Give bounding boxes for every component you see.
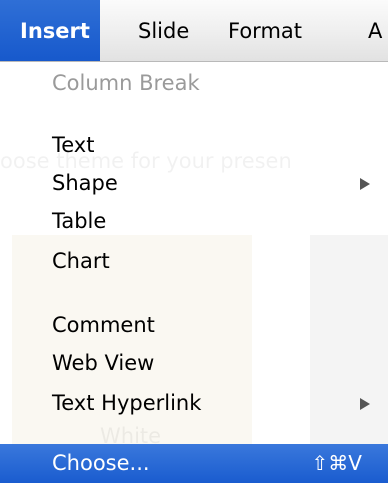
menu-item-web-view[interactable]: Web View bbox=[0, 344, 388, 382]
insert-menu-dropdown: oose theme for your presen White Column … bbox=[0, 62, 388, 483]
submenu-arrow-icon bbox=[360, 178, 370, 190]
menu-item-column-break: Column Break bbox=[52, 71, 200, 95]
menu-item-text[interactable]: Text bbox=[0, 126, 388, 164]
menu-item-choose-label: Choose... bbox=[52, 451, 150, 475]
menu-item-chart[interactable]: Chart bbox=[0, 242, 388, 280]
menu-item-table[interactable]: Table bbox=[0, 202, 388, 240]
menu-insert[interactable]: Insert bbox=[0, 0, 100, 61]
menu-item-shape[interactable]: Shape bbox=[0, 164, 388, 202]
menu-a-partial[interactable]: A bbox=[368, 0, 382, 61]
menu-item-choose[interactable]: Choose... ⇧⌘V bbox=[0, 444, 388, 483]
menu-item-text-hyperlink[interactable]: Text Hyperlink bbox=[0, 384, 388, 422]
menu-item-shape-label: Shape bbox=[52, 171, 118, 195]
menu-format[interactable]: Format bbox=[228, 0, 302, 61]
submenu-arrow-icon bbox=[360, 398, 370, 410]
menu-item-comment[interactable]: Comment bbox=[0, 306, 388, 344]
menu-bar: Insert Slide Format A bbox=[0, 0, 388, 62]
menu-slide[interactable]: Slide bbox=[138, 0, 189, 61]
menu-item-choose-shortcut: ⇧⌘V bbox=[311, 451, 362, 475]
menu-item-text-hyperlink-label: Text Hyperlink bbox=[52, 391, 202, 415]
